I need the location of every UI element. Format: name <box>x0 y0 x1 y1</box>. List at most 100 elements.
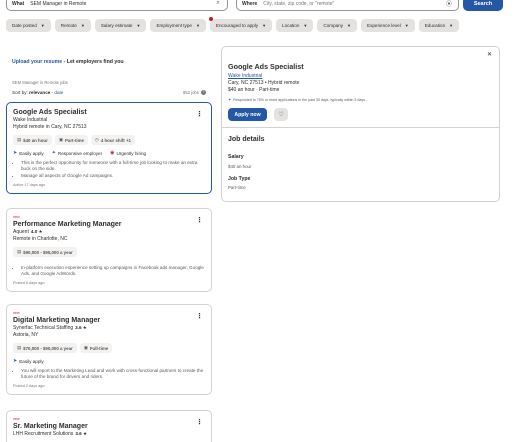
job-type-tag: ▣ Full-time <box>79 343 113 353</box>
where-input[interactable]: City, state, zip code, or "remote" <box>263 1 445 7</box>
filter-label: Salary estimate <box>100 23 133 28</box>
company-name: Wake Industrial <box>13 117 48 123</box>
upload-resume-text: - Let employers find you <box>62 59 124 65</box>
arrow-icon: ➤ <box>13 358 18 364</box>
responded-note: ✦ Responded to 75% or more applications i… <box>228 97 366 102</box>
detail-job-title: Google Ads Specialist <box>228 62 304 71</box>
salary-tag: ▤ $70,000 - $90,000 a year <box>13 343 77 353</box>
filter-date-posted[interactable]: Date posted ▼ <box>6 19 51 32</box>
new-badge: new <box>13 215 20 219</box>
briefcase-icon: ▣ <box>83 345 88 350</box>
perk-label: Easily apply <box>19 358 44 364</box>
tag-label: $40 an hour <box>23 137 48 143</box>
filter-employment-type[interactable]: Employment type ▼ <box>150 19 206 32</box>
tag-label: Part-time <box>64 137 84 143</box>
money-icon: ▤ <box>17 249 22 254</box>
filter-label: Encouraged to apply <box>215 23 259 28</box>
job-title[interactable]: Performance Marketing Manager <box>13 221 205 228</box>
shift-tag: ◷ 4 hour shift +1 <box>91 135 135 145</box>
where-label: Where <box>242 0 258 7</box>
detail-company-link[interactable]: Wake Industrial <box>228 73 262 79</box>
sort-date[interactable]: date <box>54 90 63 95</box>
filter-label: Experience level <box>367 23 401 28</box>
sort-by: Sort by: relevance - date <box>12 90 63 95</box>
job-card[interactable]: new Sr. Marketing Manager LHH Recruitmen… <box>6 410 212 442</box>
perk-label: Easily apply <box>19 150 44 156</box>
job-count: 853 jobs? <box>183 90 206 95</box>
company-rating: 3.6 ★ <box>75 431 88 436</box>
sparkle-icon: ✦ <box>51 150 56 156</box>
salary-tag: ▤ $40 an hour <box>13 135 52 145</box>
posted-date: Posted 6 days ago <box>13 280 45 285</box>
detail-location: Cary, NC 27513 • Hybrid remote <box>228 80 300 86</box>
job-count-text: 853 jobs <box>183 90 199 95</box>
chevron-down-icon: ▼ <box>347 23 352 28</box>
what-input[interactable]: SEM Manager in Remote <box>30 1 214 7</box>
filter-experience[interactable]: Experience level ▼ <box>361 19 415 32</box>
filter-bar: Date posted ▼ Remote ▼ Salary estimate ▼ Em… <box>6 17 460 32</box>
job-snippet: In-platform execution experience setting… <box>13 265 205 277</box>
filter-label: Location <box>282 23 300 28</box>
snippet-item: In-platform execution experience setting… <box>21 265 205 277</box>
snippet-item: You will report to the Marketing Lead an… <box>21 368 205 380</box>
sort-label: Sort by: <box>12 90 30 95</box>
money-icon: ▤ <box>17 137 22 142</box>
job-card[interactable]: Google Ads Specialist Wake Industrial Hy… <box>6 102 212 194</box>
close-icon[interactable]: ✕ <box>487 51 492 58</box>
apply-now-button[interactable]: Apply now <box>228 108 267 121</box>
upload-resume-link[interactable]: Upload your resume <box>12 59 62 65</box>
upload-resume-banner: Upload your resume - Let employers find … <box>12 59 124 65</box>
job-type-value: Part-time <box>228 185 246 190</box>
snippet-item: This is the perfect opportunity for some… <box>21 160 205 172</box>
search-button[interactable]: Search <box>463 0 503 11</box>
where-field[interactable]: Where City, state, zip code, or "remote"… <box>236 0 459 11</box>
job-type-tag: ▣ Part-time <box>54 135 88 145</box>
briefcase-icon: ▣ <box>58 137 63 142</box>
more-options-icon[interactable]: ⋮ <box>196 216 203 224</box>
save-job-heart-icon[interactable]: ♡ <box>274 108 288 121</box>
job-title[interactable]: Sr. Marketing Manager <box>13 423 205 430</box>
urgently-hiring: ◉ Urgently hiring <box>110 150 146 156</box>
job-title[interactable]: Digital Marketing Manager <box>13 317 205 324</box>
new-badge: new <box>13 311 20 315</box>
search-bar: What SEM Manager in Remote ⌕ Where City,… <box>0 0 530 12</box>
divider <box>222 127 499 128</box>
more-options-icon[interactable]: ⋮ <box>196 312 203 320</box>
salary-value: $40 an hour <box>228 164 252 169</box>
filter-label: Education <box>424 23 446 28</box>
job-type-label: Job Type <box>228 176 251 182</box>
chevron-down-icon: ▼ <box>80 23 85 28</box>
snippet-item: Manage all aspects of Google Ad campaign… <box>21 173 205 179</box>
filter-location[interactable]: Location ▼ <box>276 19 314 32</box>
tag-label: $70,000 - $90,000 a year <box>23 345 73 351</box>
sort-relevance[interactable]: relevance <box>29 90 50 95</box>
filter-education[interactable]: Education ▼ <box>418 19 460 32</box>
job-snippet: You will report to the Marketing Lead an… <box>13 368 205 380</box>
filter-encouraged[interactable]: Encouraged to apply ▼ <box>208 17 273 32</box>
more-options-icon[interactable]: ⋮ <box>196 110 203 118</box>
responsive-employer: ✦ Responsive employer <box>52 150 102 156</box>
job-detail-panel: ✕ Google Ads Specialist Wake Industrial … <box>221 46 500 202</box>
responded-text: Responded to 75% or more applications in… <box>233 97 367 102</box>
filter-salary[interactable]: Salary estimate ▼ <box>94 19 147 32</box>
filter-company[interactable]: Company ▼ <box>317 19 358 32</box>
more-options-icon[interactable]: ⋮ <box>196 418 203 426</box>
chevron-down-icon: ▼ <box>195 23 200 28</box>
help-icon[interactable]: ? <box>200 90 206 95</box>
tag-label: Full-time <box>89 345 109 351</box>
job-title[interactable]: Google Ads Specialist <box>13 109 205 116</box>
job-card[interactable]: new Performance Marketing Manager Aquent… <box>6 208 212 292</box>
what-field[interactable]: What SEM Manager in Remote ⌕ <box>6 0 228 11</box>
chevron-down-icon: ▼ <box>262 23 267 28</box>
filter-remote[interactable]: Remote ▼ <box>54 19 91 32</box>
what-label: What <box>12 0 25 7</box>
sparkle-icon: ✦ <box>228 97 232 102</box>
perk-label: Responsive employer <box>57 150 103 156</box>
job-location: Astoria, NY <box>13 332 39 338</box>
posted-date: Posted 2 days ago <box>13 383 45 388</box>
detail-pay: $40 an hour · Part-time <box>228 87 280 93</box>
job-card[interactable]: new Digital Marketing Manager Synerfac T… <box>6 304 212 395</box>
company-name: Aquent <box>13 229 29 235</box>
chevron-down-icon: ▼ <box>303 23 308 28</box>
company-name: Synerfac Technical Staffing <box>13 325 74 331</box>
